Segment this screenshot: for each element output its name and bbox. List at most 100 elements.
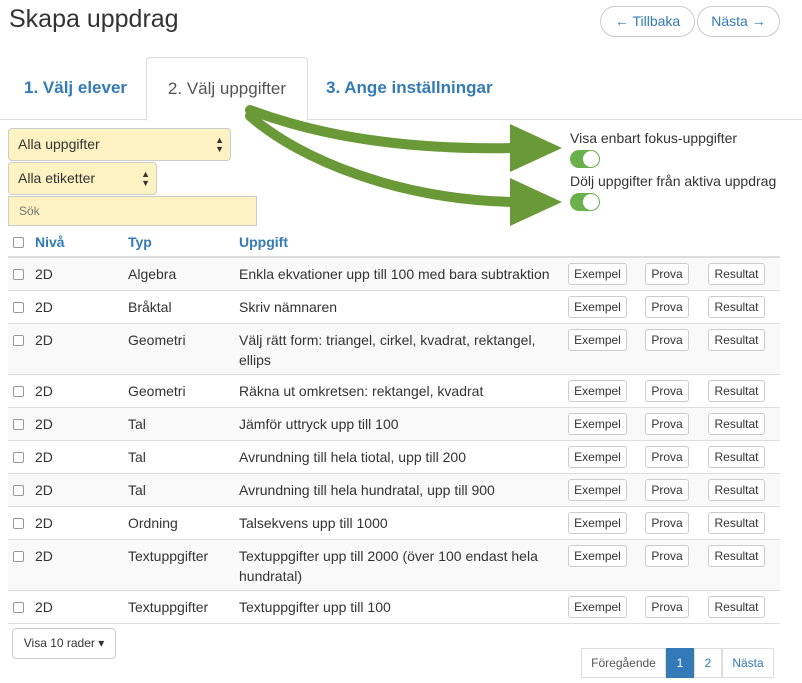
cell-task: Textuppgifter upp till 2000 (över 100 en… — [239, 548, 538, 584]
result-button[interactable]: Resultat — [708, 479, 765, 501]
result-button[interactable]: Resultat — [708, 596, 765, 618]
result-button[interactable]: Resultat — [708, 545, 765, 567]
try-button[interactable]: Prova — [645, 446, 689, 468]
rows-per-page-label: Visa 10 rader — [23, 636, 95, 650]
result-button[interactable]: Resultat — [708, 263, 765, 285]
cell-task: Talsekvens upp till 1000 — [239, 515, 388, 531]
row-checkbox[interactable] — [13, 602, 24, 613]
row-checkbox[interactable] — [13, 518, 24, 529]
example-button[interactable]: Exempel — [568, 446, 627, 468]
back-button[interactable]: ← Tillbaka — [600, 6, 695, 37]
example-button[interactable]: Exempel — [568, 413, 627, 435]
table-header: Nivå Typ Uppgift — [8, 226, 780, 258]
cell-level: 2D — [35, 548, 53, 564]
tab-choose-tasks[interactable]: 2. Välj uppgifter — [146, 57, 308, 121]
example-button[interactable]: Exempel — [568, 380, 627, 402]
task-filter-select[interactable]: Alla uppgifter ▲ ▼ — [8, 128, 231, 161]
pager-prev-button[interactable]: Föregående — [581, 648, 666, 678]
pager-page-1[interactable]: 1 — [666, 648, 694, 678]
row-checkbox[interactable] — [13, 485, 24, 496]
table-row: 2D Textuppgifter Textuppgifter upp till 20… — [8, 540, 780, 591]
table-row: 2D Bråktal Skriv nämnaren Exempel Prova Resul… — [8, 291, 780, 324]
result-button[interactable]: Resultat — [708, 413, 765, 435]
task-filter-value: Alla uppgifter — [18, 136, 100, 152]
select-arrows-icon: ▲ ▼ — [215, 134, 224, 154]
cell-level: 2D — [35, 599, 53, 615]
row-checkbox[interactable] — [13, 386, 24, 397]
cell-type: Ordning — [128, 515, 178, 531]
result-button[interactable]: Resultat — [708, 380, 765, 402]
row-checkbox[interactable] — [13, 551, 24, 562]
select-arrows-icon: ▲ ▼ — [141, 168, 150, 188]
try-button[interactable]: Prova — [645, 380, 689, 402]
result-button[interactable]: Resultat — [708, 329, 765, 351]
cell-level: 2D — [35, 332, 53, 348]
example-button[interactable]: Exempel — [568, 512, 627, 534]
cell-type: Geometri — [128, 383, 186, 399]
cell-type: Bråktal — [128, 299, 172, 315]
table-row: 2D Geometri Räkna ut omkretsen: rektangel,… — [8, 375, 780, 408]
cell-task: Textuppgifter upp till 100 — [239, 599, 391, 615]
next-button[interactable]: Nästa → — [697, 6, 780, 37]
table-row: 2D Tal Avrundning till hela tiotal, upp ti… — [8, 441, 780, 474]
example-button[interactable]: Exempel — [568, 545, 627, 567]
rows-per-page-select[interactable]: Visa 10 rader ▾ — [12, 628, 116, 659]
try-button[interactable]: Prova — [645, 596, 689, 618]
cell-task: Avrundning till hela hundratal, upp till… — [239, 482, 495, 498]
cell-level: 2D — [35, 383, 53, 399]
try-button[interactable]: Prova — [645, 263, 689, 285]
try-button[interactable]: Prova — [645, 512, 689, 534]
cell-level: 2D — [35, 449, 53, 465]
try-button[interactable]: Prova — [645, 413, 689, 435]
pager-page-2[interactable]: 2 — [694, 648, 722, 678]
cell-type: Textuppgifter — [128, 599, 209, 615]
example-button[interactable]: Exempel — [568, 479, 627, 501]
row-checkbox[interactable] — [13, 335, 24, 346]
result-button[interactable]: Resultat — [708, 512, 765, 534]
row-checkbox[interactable] — [13, 419, 24, 430]
cell-task: Skriv nämnaren — [239, 299, 338, 315]
pager-next-button[interactable]: Nästa — [722, 648, 774, 678]
annotation-arrow-hide — [245, 111, 520, 207]
cell-level: 2D — [35, 416, 53, 432]
example-button[interactable]: Exempel — [568, 329, 627, 351]
toggle-knob — [583, 151, 599, 167]
column-header-type[interactable]: Typ — [128, 234, 152, 250]
toggle-focus-only[interactable] — [570, 150, 600, 168]
table-row: 2D Tal Jämför uttryck upp till 100 Exempel P… — [8, 408, 780, 441]
toggle-hide-active[interactable] — [570, 193, 600, 211]
annotation-arrowhead-hide — [510, 178, 562, 226]
cell-type: Tal — [128, 449, 146, 465]
page-title: Skapa uppdrag — [9, 5, 179, 33]
try-button[interactable]: Prova — [645, 479, 689, 501]
cell-type: Tal — [128, 416, 146, 432]
result-button[interactable]: Resultat — [708, 296, 765, 318]
search-input[interactable] — [8, 196, 257, 226]
row-checkbox[interactable] — [13, 302, 24, 313]
cell-type: Textuppgifter — [128, 548, 209, 564]
table-row: 2D Textuppgifter Textuppgifter upp till 10… — [8, 591, 780, 624]
table-body: 2D Algebra Enkla ekvationer upp till 100 m… — [8, 258, 780, 624]
column-header-task[interactable]: Uppgift — [239, 234, 288, 250]
result-button[interactable]: Resultat — [708, 446, 765, 468]
cell-type: Tal — [128, 482, 146, 498]
example-button[interactable]: Exempel — [568, 296, 627, 318]
table-row: 2D Tal Avrundning till hela hundratal, upp… — [8, 474, 780, 507]
tab-choose-students[interactable]: 1. Välj elever — [24, 57, 127, 120]
column-header-level[interactable]: Nivå — [35, 234, 65, 250]
try-button[interactable]: Prova — [645, 296, 689, 318]
toggle-label-focus: Visa enbart fokus-uppgifter — [570, 130, 738, 146]
row-checkbox[interactable] — [13, 269, 24, 280]
tab-settings[interactable]: 3. Ange inställningar — [326, 57, 493, 120]
table-row: 2D Algebra Enkla ekvationer upp till 100 m… — [8, 258, 780, 291]
try-button[interactable]: Prova — [645, 545, 689, 567]
cell-level: 2D — [35, 299, 53, 315]
try-button[interactable]: Prova — [645, 329, 689, 351]
row-checkbox[interactable] — [13, 452, 24, 463]
tag-filter-value: Alla etiketter — [18, 170, 96, 186]
tag-filter-select[interactable]: Alla etiketter ▲ ▼ — [8, 162, 157, 195]
select-all-checkbox[interactable] — [13, 237, 24, 248]
example-button[interactable]: Exempel — [568, 263, 627, 285]
example-button[interactable]: Exempel — [568, 596, 627, 618]
toggle-knob — [583, 194, 599, 210]
